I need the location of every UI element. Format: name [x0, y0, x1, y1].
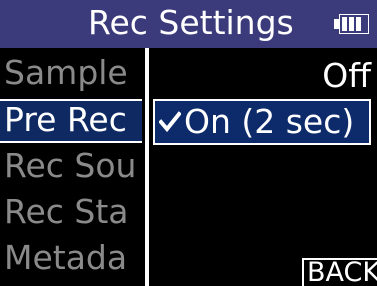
battery-level-segment [356, 17, 361, 31]
title-bar: Rec Settings [0, 0, 377, 48]
menu-item-label: Rec Sou [4, 146, 137, 185]
option-off-label: Off [322, 56, 371, 95]
option-on-label: On (2 sec) [184, 102, 355, 141]
option-off[interactable]: Off [152, 56, 377, 96]
back-button[interactable]: BACK [302, 258, 377, 286]
menu-item-label: Sample [4, 53, 128, 92]
battery-level-segment [349, 17, 354, 31]
menu-item-label: Pre Rec [4, 100, 127, 139]
menu-item-rec-source[interactable]: Rec Sou [0, 145, 142, 189]
menu-item-metadata[interactable]: Metada [0, 237, 142, 281]
screen-title: Rec Settings [88, 3, 294, 42]
battery-body [339, 14, 369, 34]
rec-settings-screen: Rec Settings Sample Pre Rec Rec Sou Rec … [0, 0, 377, 286]
battery-icon [334, 14, 374, 34]
menu-item-sample[interactable]: Sample [0, 52, 142, 96]
menu-item-rec-start[interactable]: Rec Sta [0, 191, 142, 235]
option-on-2-sec[interactable]: On (2 sec) [153, 99, 371, 145]
menu-item-pre-rec[interactable]: Pre Rec [0, 99, 142, 143]
check-icon [159, 111, 181, 133]
menu-item-label: Metada [4, 238, 128, 277]
panel-divider [145, 48, 149, 286]
back-button-label: BACK [307, 258, 377, 286]
battery-level-segment [342, 17, 347, 31]
menu-item-label: Rec Sta [4, 192, 129, 231]
settings-menu-list: Sample Pre Rec Rec Sou Rec Sta Metada [0, 52, 142, 286]
